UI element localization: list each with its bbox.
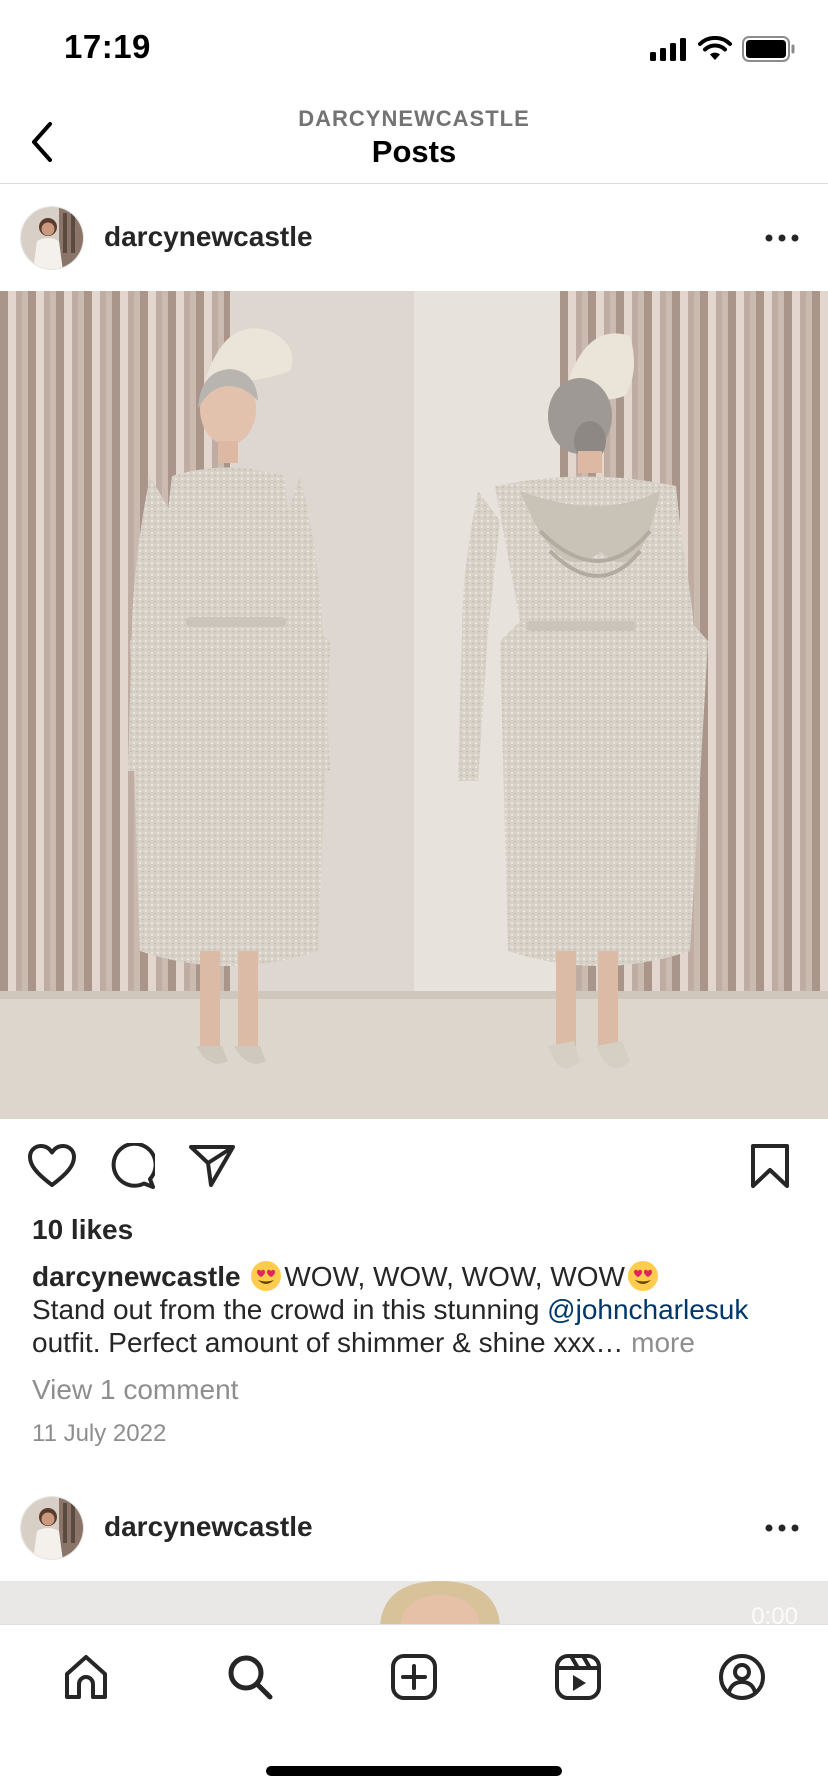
comment-icon xyxy=(111,1143,155,1189)
caption-text-2: Stand out from the crowd in this stunnin… xyxy=(32,1294,548,1325)
avatar-image xyxy=(21,207,83,269)
heart-eyes-emoji-icon xyxy=(627,1261,658,1291)
post-header: darcynewcastle xyxy=(0,185,828,291)
wifi-icon xyxy=(698,36,732,60)
caption-more-link[interactable]: more xyxy=(631,1327,695,1358)
avatar[interactable] xyxy=(20,206,84,270)
caption-text-3: outfit. Perfect amount of shimmer & shin… xyxy=(32,1327,624,1358)
cellular-signal-icon xyxy=(650,38,686,61)
view-comments-link[interactable]: View 1 comment xyxy=(32,1374,238,1406)
next-post-header: darcynewcastle xyxy=(0,1475,828,1581)
caption-username[interactable]: darcynewcastle xyxy=(32,1261,241,1292)
reels-icon xyxy=(555,1654,601,1700)
caption-text-1: WOW, WOW, WOW, WOW xyxy=(284,1261,625,1292)
tab-bar xyxy=(0,1624,828,1792)
heart-icon xyxy=(28,1144,76,1187)
likes-count[interactable]: 10 likes xyxy=(32,1214,133,1246)
home-icon xyxy=(65,1655,107,1699)
next-post-media[interactable]: 0:00 xyxy=(0,1581,828,1625)
tab-profile[interactable] xyxy=(710,1645,774,1709)
profile-icon xyxy=(719,1654,765,1700)
next-post-username[interactable]: darcynewcastle xyxy=(104,1511,313,1543)
create-icon xyxy=(391,1654,437,1700)
more-horizontal-icon xyxy=(765,1524,799,1532)
next-post-video-thumb xyxy=(0,1581,828,1625)
heart-eyes-emoji-icon xyxy=(251,1261,282,1291)
video-time: 0:00 xyxy=(751,1603,798,1625)
more-options-button[interactable] xyxy=(762,218,802,258)
tab-create[interactable] xyxy=(382,1645,446,1709)
post-caption: darcynewcastle WOW, WOW, WOW, WOW Stand … xyxy=(32,1260,802,1359)
post-photo xyxy=(0,291,828,1119)
avatar[interactable] xyxy=(20,1496,84,1560)
avatar-image xyxy=(21,1497,83,1559)
share-icon xyxy=(189,1145,235,1187)
tab-home[interactable] xyxy=(54,1645,118,1709)
save-button[interactable] xyxy=(744,1140,796,1192)
comment-button[interactable] xyxy=(106,1140,158,1192)
page-title: Posts xyxy=(371,134,457,169)
nav-header: DARCYNEWCASTLE Posts xyxy=(0,100,828,184)
status-time: 17:19 xyxy=(64,28,151,65)
status-bar: 17:19 xyxy=(0,0,828,100)
post-image[interactable] xyxy=(0,291,828,1119)
tab-reels[interactable] xyxy=(546,1645,610,1709)
status-icons xyxy=(650,36,796,62)
post-username[interactable]: darcynewcastle xyxy=(104,221,313,253)
more-horizontal-icon xyxy=(765,234,799,242)
like-button[interactable] xyxy=(26,1140,78,1192)
next-post-more-button[interactable] xyxy=(762,1508,802,1548)
tab-search[interactable] xyxy=(218,1645,282,1709)
post-actions xyxy=(0,1134,828,1198)
post-date: 11 July 2022 xyxy=(32,1420,167,1447)
header-subtitle: DARCYNEWCASTLE xyxy=(298,106,530,131)
bookmark-icon xyxy=(751,1144,789,1188)
battery-icon xyxy=(742,36,795,62)
share-button[interactable] xyxy=(186,1140,238,1192)
search-icon xyxy=(228,1655,273,1700)
home-indicator xyxy=(266,1766,562,1776)
caption-mention[interactable]: @johncharlesuk xyxy=(547,1294,748,1325)
